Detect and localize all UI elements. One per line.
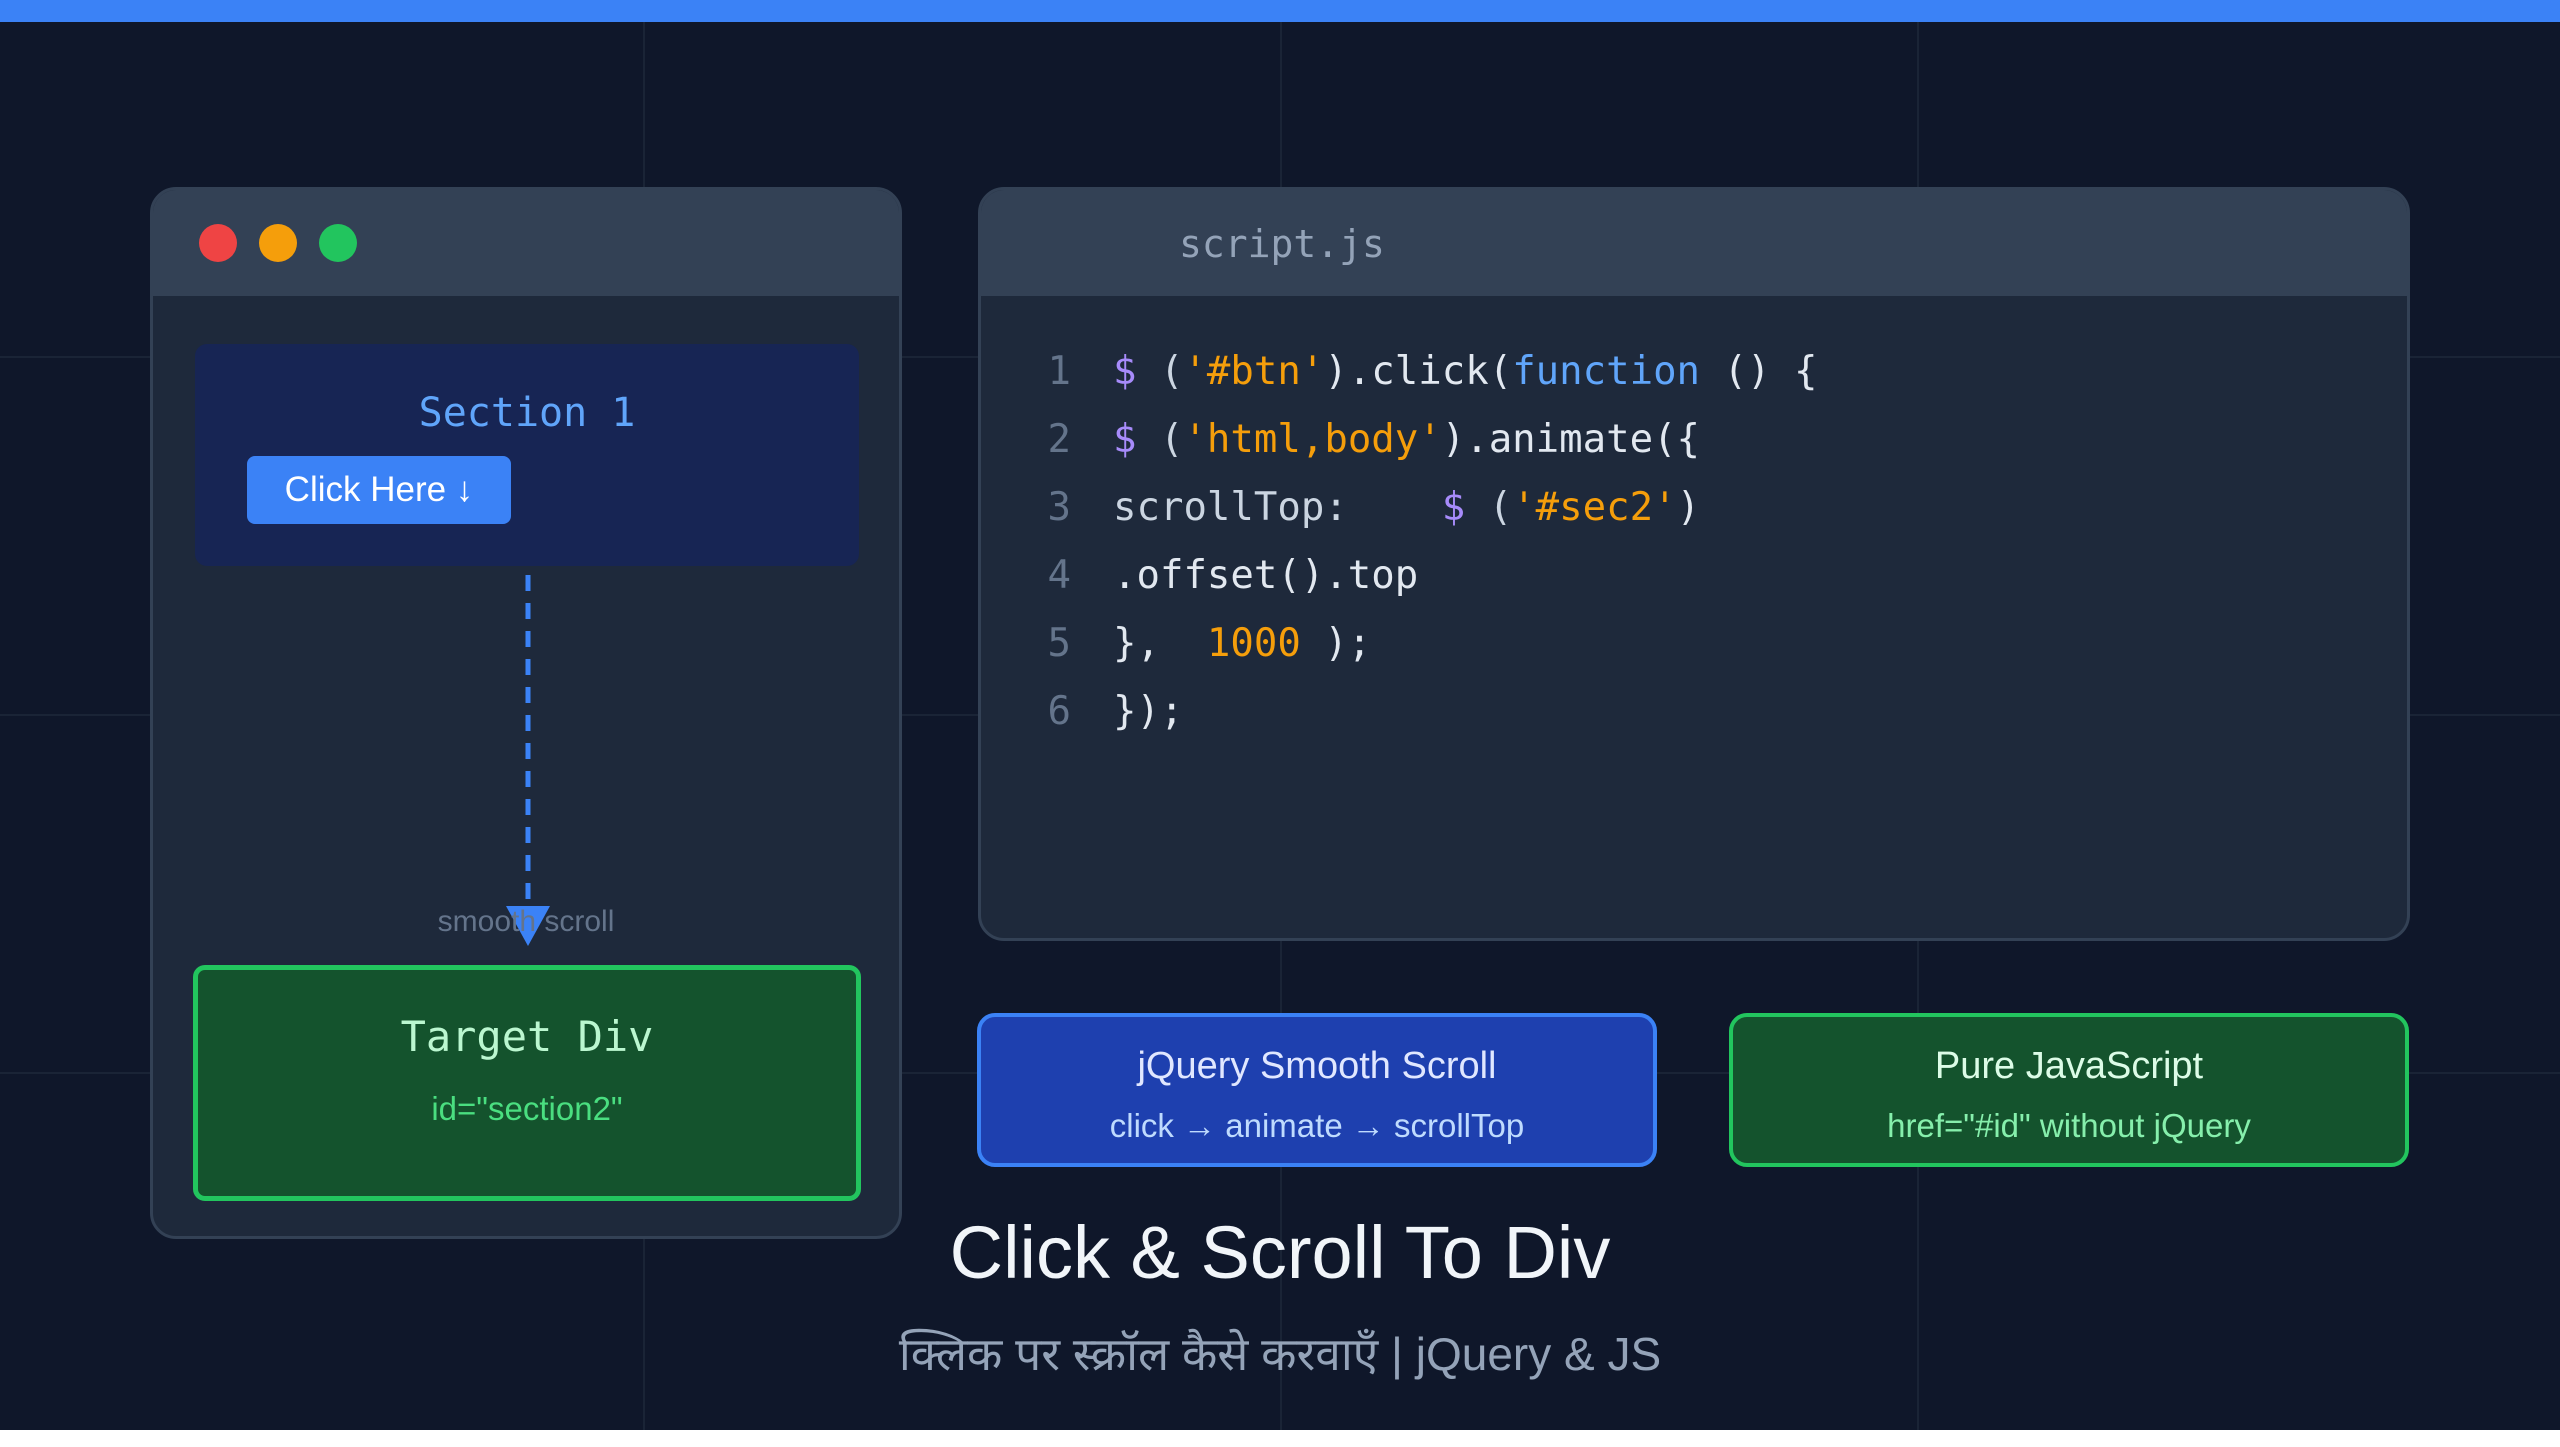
code-token: ).click( bbox=[1324, 349, 1513, 394]
code-token: 'html,body' bbox=[1183, 417, 1442, 462]
jquery-method-card[interactable]: jQuery Smooth Scroll click → animate → s… bbox=[977, 1013, 1657, 1167]
javascript-card-subtitle: href="#id" without jQuery bbox=[1887, 1107, 2251, 1144]
code-line: 4 .offset().top bbox=[1021, 548, 1419, 604]
code-token: $ bbox=[1113, 417, 1137, 462]
code-token: ).animate({ bbox=[1441, 417, 1701, 462]
code-editor: script.js 1 $ ('#btn').click(function () … bbox=[978, 187, 2410, 941]
code-line: 6}); bbox=[1021, 684, 1184, 740]
code-token: ( bbox=[1136, 349, 1184, 394]
line-number: 5 bbox=[1047, 621, 1071, 666]
target-div-id: id="section2" bbox=[431, 1090, 623, 1127]
target-div-title: Target Div bbox=[400, 1012, 654, 1061]
code-token: ( bbox=[1465, 485, 1513, 530]
code-token: $ bbox=[1441, 485, 1466, 530]
code-token: '#sec2' bbox=[1512, 485, 1677, 530]
line-number: 2 bbox=[1047, 417, 1071, 462]
editor-filename-tab[interactable]: script.js bbox=[1179, 222, 1385, 266]
code-token: function bbox=[1512, 349, 1701, 394]
code-line: 3 scrollTop: $ ('#sec2') bbox=[1021, 480, 1701, 536]
code-token: scrollTop: bbox=[1113, 485, 1442, 530]
main-title: Click & Scroll To Div bbox=[949, 1211, 1611, 1294]
jquery-card-subtitle: click → animate → scrollTop bbox=[1109, 1107, 1525, 1144]
code-token: () { bbox=[1700, 349, 1818, 394]
code-line: 1 $ ('#btn').click(function () { bbox=[1021, 344, 1818, 400]
target-div-block: Target Div id="section2" bbox=[193, 965, 861, 1201]
code-token: '#btn' bbox=[1183, 349, 1325, 394]
code-token: ( bbox=[1136, 417, 1184, 462]
editor-title-bar: script.js bbox=[981, 190, 2407, 296]
code-token: .offset().top bbox=[1113, 553, 1419, 598]
code-token: ) bbox=[1676, 485, 1701, 530]
code-token: }, bbox=[1113, 621, 1207, 666]
browser-mockup: Section 1 Click Here ↓ smooth scroll Tar… bbox=[150, 187, 902, 1239]
subtitle: क्लिक पर स्क्रॉल कैसे करवाएँ | jQuery & … bbox=[898, 1328, 1662, 1380]
code-line: 5}, 1000 ); bbox=[1021, 616, 1372, 672]
line-number: 3 bbox=[1047, 485, 1071, 530]
code-token: 1000 bbox=[1206, 621, 1301, 666]
javascript-method-card[interactable]: Pure JavaScript href="#id" without jQuer… bbox=[1729, 1013, 2409, 1167]
code-token: }); bbox=[1113, 689, 1184, 734]
smooth-scroll-label: smooth scroll bbox=[437, 905, 615, 938]
jquery-card-title: jQuery Smooth Scroll bbox=[1137, 1045, 1497, 1087]
code-token: $ bbox=[1113, 349, 1137, 394]
line-number: 6 bbox=[1047, 689, 1071, 734]
line-number: 1 bbox=[1047, 349, 1071, 394]
javascript-card-title: Pure JavaScript bbox=[1934, 1045, 2204, 1087]
code-token: ); bbox=[1300, 621, 1372, 666]
code-line: 2 $ ('html,body').animate({ bbox=[1021, 412, 1701, 468]
accent-top-bar bbox=[0, 0, 2560, 22]
line-number: 4 bbox=[1047, 553, 1071, 598]
thumbnail-canvas: Section 1 Click Here ↓ smooth scroll Tar… bbox=[0, 0, 2560, 1430]
